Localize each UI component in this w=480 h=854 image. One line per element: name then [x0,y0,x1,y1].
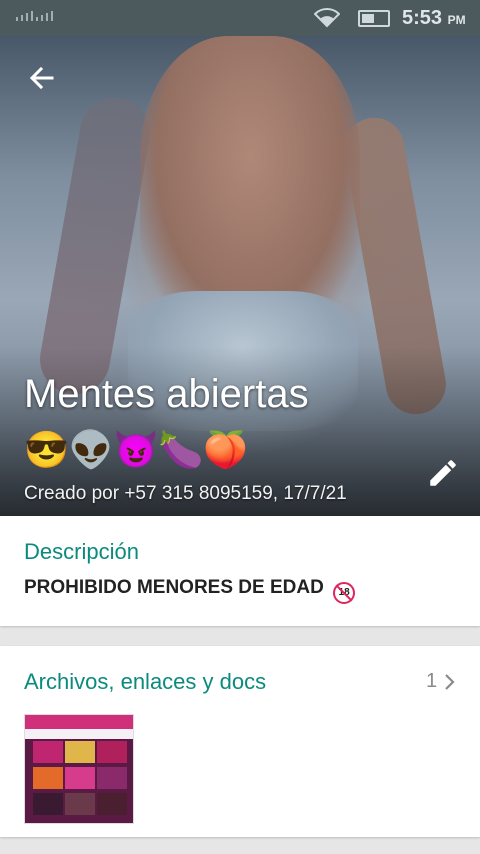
edit-pencil-icon[interactable] [426,456,460,490]
description-text: PROHIBIDO MENORES DE EDAD 18 [24,577,356,604]
description-card[interactable]: Descripción PROHIBIDO MENORES DE EDAD 18 [0,516,480,626]
description-title: Descripción [24,539,139,564]
battery-icon [358,10,390,27]
group-photo[interactable]: Mentes abiertas 😎👽😈🍆🍑 Creado por +57 315… [0,36,480,516]
status-bar: 5:53 PM [0,0,480,36]
back-arrow-icon[interactable] [26,62,58,94]
clock: 5:53 PM [402,7,466,29]
no-under-18-icon: 18 [333,582,356,604]
media-count: 1 [426,670,438,692]
group-emojis: 😎👽😈🍆🍑 [24,429,249,470]
media-card[interactable]: Archivos, enlaces y docs 1 [0,646,480,837]
group-created-info: Creado por +57 315 8095159, 17/7/21 [24,483,347,504]
group-name: Mentes abiertas [24,372,309,416]
chevron-right-icon[interactable] [444,673,456,691]
signal-icon [16,11,53,21]
media-title: Archivos, enlaces y docs [24,669,267,694]
wifi-icon [314,8,340,28]
media-thumbnail[interactable] [24,714,134,824]
